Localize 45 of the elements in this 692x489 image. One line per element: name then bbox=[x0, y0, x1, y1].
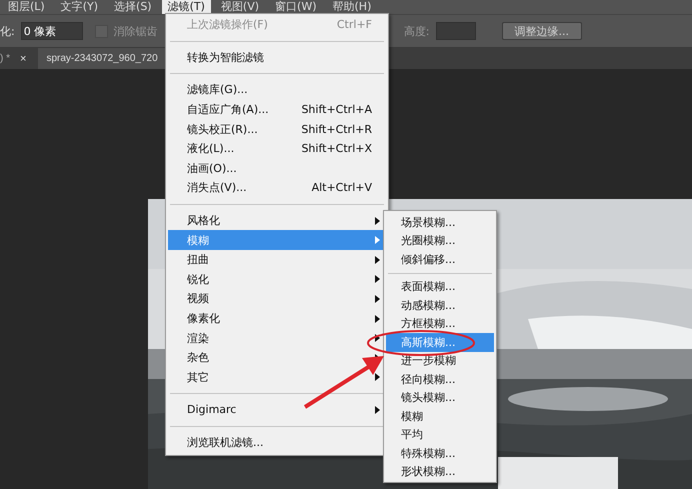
menu-item[interactable]: 液化(L)... Shift+Ctrl+X bbox=[168, 138, 386, 159]
tab-title: spray-2343072_960_720 bbox=[46, 53, 158, 64]
menu-item[interactable]: 镜头模糊... bbox=[386, 388, 494, 407]
menu-item[interactable]: 文字(Y) bbox=[54, 0, 104, 14]
feather-field[interactable]: 0 像素 bbox=[20, 22, 83, 40]
close-icon[interactable]: × bbox=[20, 52, 26, 64]
menu-item[interactable]: 扭曲 bbox=[168, 250, 386, 270]
menu-item[interactable]: 视图(V) bbox=[214, 0, 266, 14]
menu-item[interactable]: 径向模糊... bbox=[386, 370, 494, 388]
menu-item[interactable]: 风格化 bbox=[168, 210, 386, 230]
menu-item[interactable]: 像素化 bbox=[168, 308, 386, 328]
document-tab[interactable]: ) * × bbox=[0, 48, 34, 69]
menu-item[interactable]: 滤镜(T) bbox=[162, 0, 211, 14]
menu-item[interactable]: 视频 bbox=[168, 289, 386, 309]
menu-item[interactable]: 图层(L) bbox=[2, 0, 51, 14]
menu-item[interactable]: 特殊模糊... bbox=[386, 444, 494, 462]
checkbox-label: 消除锯齿 bbox=[114, 24, 158, 38]
menu-item[interactable]: 形状模糊... bbox=[386, 462, 494, 481]
menu-item[interactable]: 平均 bbox=[386, 426, 494, 444]
menu-item[interactable]: 选择(S) bbox=[108, 0, 158, 14]
menu-item[interactable]: 油画(O)... bbox=[168, 158, 386, 178]
menu-item[interactable]: 倾斜偏移... bbox=[386, 250, 494, 268]
feather-label: 化: bbox=[0, 24, 15, 38]
height-field[interactable] bbox=[436, 22, 476, 40]
menu-item[interactable]: 帮助(H) bbox=[326, 0, 378, 14]
menu-item[interactable]: 进一步模糊 bbox=[386, 352, 494, 370]
menu-item[interactable]: 窗口(W) bbox=[269, 0, 322, 14]
menu-item[interactable]: 滤镜库(G)... bbox=[168, 80, 386, 100]
menu-item[interactable]: 镜头校正(R)... Shift+Ctrl+R bbox=[168, 119, 386, 139]
menu-item[interactable]: 浏览联机滤镜... bbox=[168, 432, 386, 452]
menu-item[interactable]: 渲染 bbox=[168, 328, 386, 348]
menu-item[interactable]: 光圈模糊... bbox=[386, 232, 494, 250]
menu-item[interactable]: 模糊 bbox=[386, 407, 494, 426]
menu-item[interactable]: 锐化 bbox=[168, 270, 386, 290]
menu-item[interactable]: Digimarc bbox=[168, 400, 386, 420]
menu-item[interactable]: 方框模糊... bbox=[386, 314, 494, 333]
menu-item[interactable]: 表面模糊... bbox=[386, 278, 494, 296]
menu-item[interactable]: 自适应广角(A)... Shift+Ctrl+A bbox=[168, 100, 386, 120]
menu-item[interactable]: 动感模糊... bbox=[386, 296, 494, 314]
height-label: 高度: bbox=[404, 24, 430, 38]
menu-item[interactable]: 消失点(V)... Alt+Ctrl+V bbox=[168, 178, 386, 198]
menu-item[interactable]: 其它 bbox=[168, 368, 386, 388]
tab-title: ) * bbox=[0, 53, 10, 64]
refine-edge-button[interactable]: 调整边缘... bbox=[502, 22, 582, 40]
menu-item[interactable]: 场景模糊... bbox=[386, 213, 494, 232]
